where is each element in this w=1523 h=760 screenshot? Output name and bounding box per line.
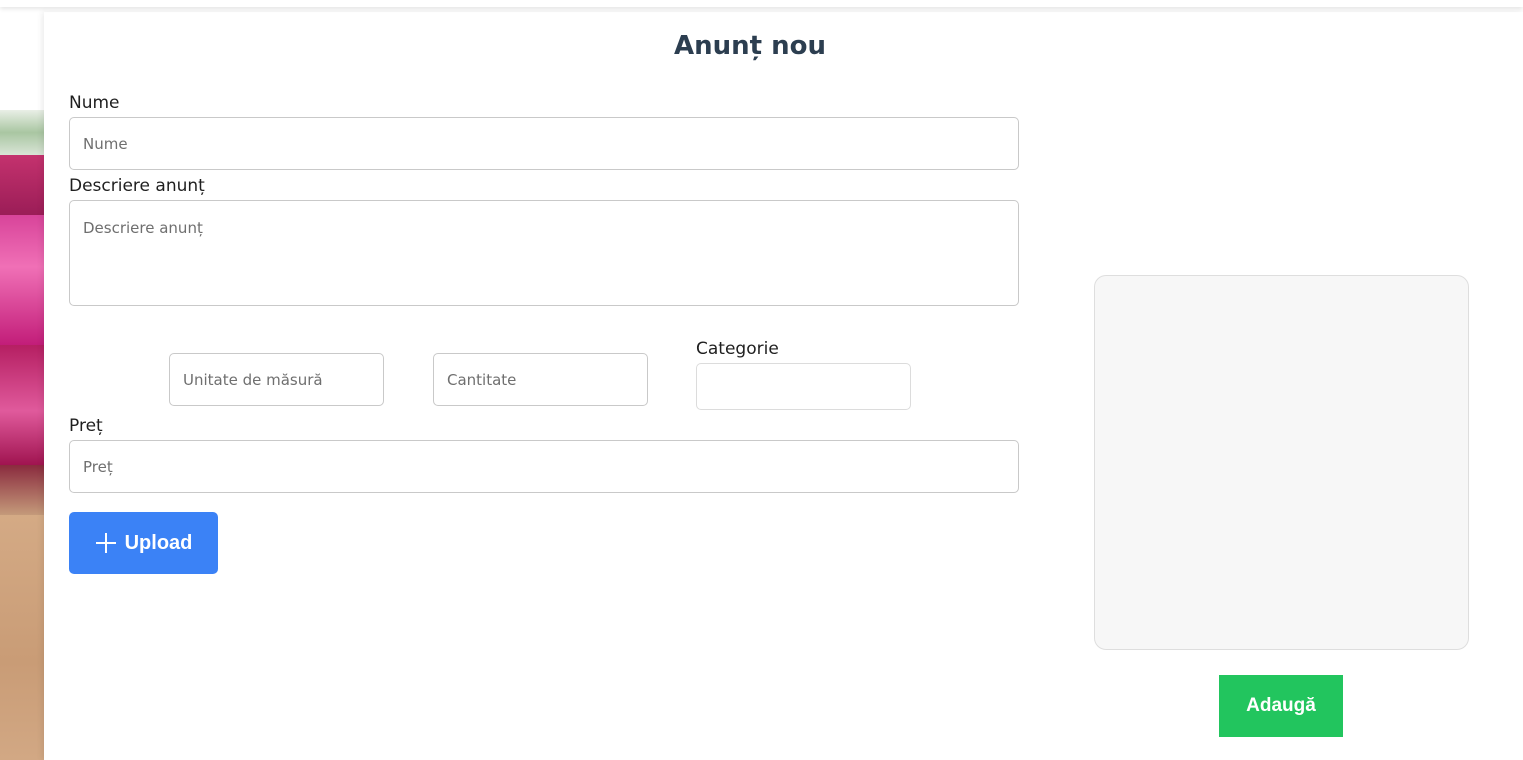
- name-label: Nume: [69, 93, 120, 113]
- unit-input[interactable]: [169, 353, 384, 406]
- upload-button-label: Upload: [124, 531, 193, 554]
- background-photo: [0, 0, 44, 760]
- top-navbar: [0, 0, 1523, 7]
- description-label: Descriere anunț: [69, 176, 205, 196]
- category-label: Categorie: [696, 339, 779, 359]
- quantity-input[interactable]: [433, 353, 648, 406]
- price-input[interactable]: [69, 440, 1019, 493]
- page-title: Anunț nou: [673, 31, 826, 61]
- image-preview: [1094, 275, 1469, 650]
- category-select[interactable]: [696, 363, 911, 410]
- name-input[interactable]: [69, 117, 1019, 170]
- description-textarea[interactable]: [69, 200, 1019, 306]
- add-button[interactable]: Adaugă: [1219, 675, 1343, 737]
- upload-button[interactable]: Upload: [69, 512, 218, 574]
- price-label: Preț: [69, 416, 103, 436]
- plus-icon: [95, 532, 117, 554]
